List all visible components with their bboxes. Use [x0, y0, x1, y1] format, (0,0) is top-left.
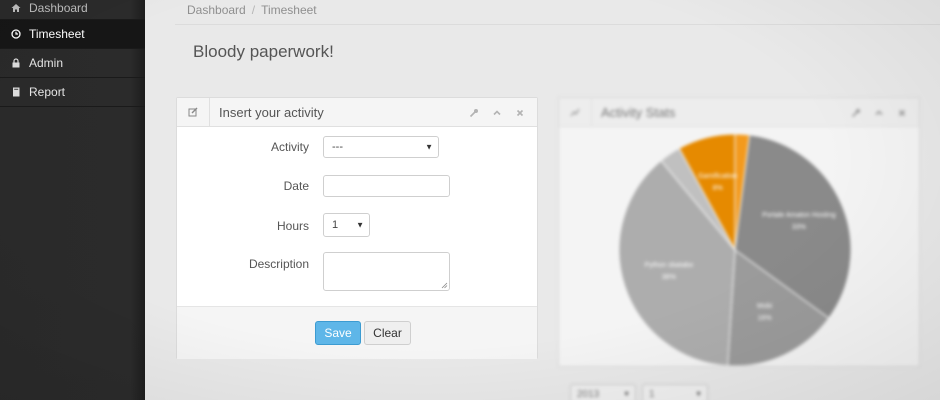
- divider: [175, 24, 940, 25]
- activity-select[interactable]: --- ▼: [323, 136, 439, 158]
- edit-icon: [177, 97, 210, 127]
- pie-slice-percent: 16%: [757, 314, 772, 322]
- pie-slice-label: Gamification 8%: [678, 171, 758, 195]
- sidebar-item-label: Admin: [29, 56, 64, 70]
- pie-slice-percent: 33%: [791, 224, 806, 232]
- panel-title: Insert your activity: [219, 104, 324, 120]
- close-icon[interactable]: [897, 108, 907, 118]
- wrench-icon[interactable]: [851, 108, 861, 118]
- month-select[interactable]: 1 ▼: [642, 384, 708, 400]
- stats-panel: Activity Stats Gamification 8% Portale Ama…: [558, 97, 920, 400]
- stats-box: Activity Stats Gamification 8% Portale Ama…: [558, 97, 920, 367]
- breadcrumb-current: Timesheet: [261, 3, 317, 17]
- pie-slice-percent: 38%: [661, 273, 676, 281]
- chevron-up-icon[interactable]: [492, 108, 502, 118]
- lock-icon: [11, 58, 21, 68]
- caret-down-icon: ▼: [695, 390, 702, 398]
- sidebar-item-label: Report: [29, 85, 66, 99]
- panel-title: Activity Stats: [601, 104, 676, 120]
- pie-slice-name: Mobi: [757, 302, 773, 310]
- caret-down-icon: ▼: [356, 220, 364, 230]
- sidebar-item-dashboard[interactable]: Dashboard: [0, 0, 145, 20]
- panel-footer: Save Clear: [177, 306, 537, 359]
- sidebar-item-report[interactable]: Report: [0, 78, 145, 107]
- sidebar-item-admin[interactable]: Admin: [0, 49, 145, 78]
- month-select-value: 1: [649, 388, 655, 400]
- activity-select-value: ---: [332, 141, 343, 153]
- close-icon[interactable]: [515, 108, 525, 118]
- panel-tools: [469, 98, 525, 127]
- caret-down-icon: ▼: [425, 142, 433, 152]
- clear-button[interactable]: Clear: [364, 321, 411, 345]
- wrench-icon[interactable]: [469, 108, 479, 118]
- pie-slice-name: Gamification: [698, 172, 738, 180]
- hours-label: Hours: [276, 219, 309, 233]
- pie-slice-label: Python sbatabo 38%: [629, 260, 709, 284]
- description-label: Description: [248, 257, 309, 271]
- resize-handle-icon[interactable]: [441, 282, 448, 289]
- activity-label: Activity: [270, 140, 309, 154]
- year-select-value: 2013: [577, 388, 600, 400]
- breadcrumb-link-dashboard[interactable]: Dashboard: [187, 3, 246, 17]
- book-icon: [11, 87, 21, 97]
- caret-down-icon: ▼: [623, 390, 630, 398]
- pie-slice-name: Python sbatabo: [644, 261, 694, 269]
- pie-slice-name: Portale Amaton Hosting: [762, 212, 836, 220]
- date-input[interactable]: [323, 175, 450, 197]
- clock-icon: [11, 29, 21, 39]
- pie-slice-percent: 8%: [712, 184, 723, 192]
- activity-panel: Insert your activity Activity --- ▼ Date…: [176, 97, 538, 359]
- breadcrumb-separator: /: [251, 3, 256, 17]
- pie-slice-label: Mobi 16%: [725, 301, 805, 325]
- hours-select-value: 1: [332, 219, 339, 231]
- sidebar-item-timesheet[interactable]: Timesheet: [0, 20, 145, 49]
- date-label: Date: [283, 179, 309, 193]
- pie-chart: Gamification 8% Portale Amaton Hosting 33% M…: [612, 133, 858, 367]
- pie-chart-svg: [618, 133, 852, 367]
- main-content: Dashboard / Timesheet Bloody paperwork! …: [145, 0, 940, 400]
- sidebar-item-label: Dashboard: [29, 0, 88, 15]
- page-title: Bloody paperwork!: [193, 42, 334, 61]
- panel-header: Insert your activity: [177, 97, 537, 127]
- panel-tools: [851, 98, 907, 127]
- chart-icon: [559, 97, 592, 127]
- breadcrumb: Dashboard / Timesheet: [187, 3, 317, 17]
- sidebar-item-label: Timesheet: [29, 27, 85, 41]
- description-textarea[interactable]: [323, 252, 450, 291]
- panel-header: Activity Stats: [559, 97, 919, 127]
- save-button[interactable]: Save: [315, 321, 361, 345]
- sidebar: Dashboard Timesheet Admin Report: [0, 0, 145, 400]
- pie-slice-label: Portale Amaton Hosting 33%: [759, 210, 839, 234]
- home-icon: [11, 3, 21, 13]
- chevron-up-icon[interactable]: [874, 108, 884, 118]
- hours-select[interactable]: 1 ▼: [323, 213, 370, 237]
- year-select[interactable]: 2013 ▼: [570, 384, 636, 400]
